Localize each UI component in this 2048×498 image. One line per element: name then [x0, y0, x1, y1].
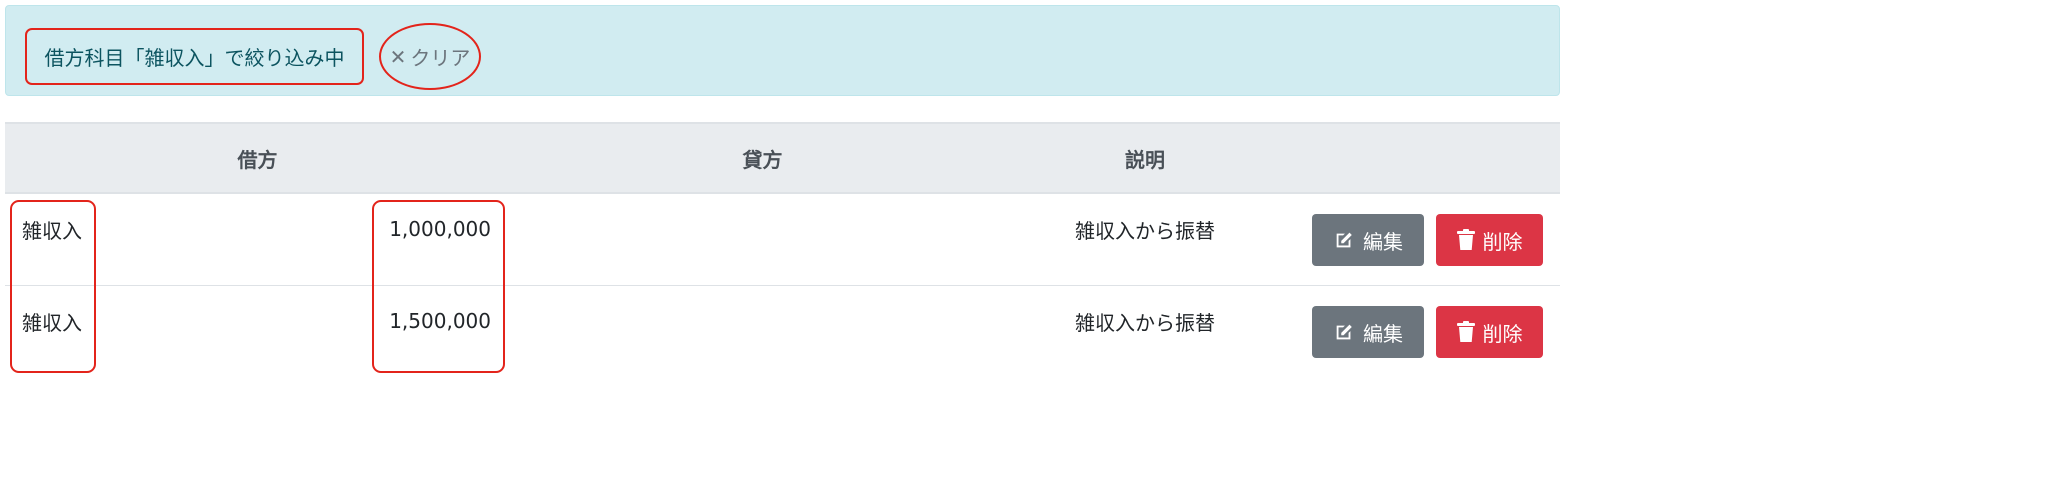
- filter-alert: 借方科目「雑収入」で絞り込み中 ✕ クリア: [5, 5, 1560, 96]
- debit-amount-cell: 1,500,000: [389, 309, 491, 333]
- table-row: 雑収入 1,000,000 雑収入から振替 編集 削除: [5, 194, 1560, 286]
- debit-amount-cell: 1,000,000: [389, 217, 491, 241]
- filter-status-text: 借方科目「雑収入」で絞り込み中: [44, 46, 345, 70]
- header-credit: 貸方: [742, 147, 783, 172]
- edit-button[interactable]: 編集: [1312, 214, 1424, 266]
- debit-account-cell: 雑収入: [22, 310, 82, 335]
- delete-button-label: 削除: [1482, 321, 1523, 346]
- trash-icon: [1456, 229, 1475, 250]
- journal-page: 借方科目「雑収入」で絞り込み中 ✕ クリア 借方 貸方 説明 雑収入 1,000…: [0, 0, 1566, 498]
- edit-button-label: 編集: [1363, 321, 1403, 346]
- delete-button[interactable]: 削除: [1436, 214, 1543, 266]
- filter-status-label: 借方科目「雑収入」で絞り込み中: [25, 28, 364, 85]
- table-row: 雑収入 1,500,000 雑収入から振替 編集 削除: [5, 286, 1560, 378]
- clear-filter-label: クリア: [410, 46, 471, 70]
- description-cell: 雑収入から振替: [1075, 310, 1215, 335]
- delete-button[interactable]: 削除: [1436, 306, 1543, 358]
- clear-filter-button[interactable]: ✕ クリア: [379, 23, 481, 90]
- header-description: 説明: [1125, 147, 1165, 172]
- times-icon: ✕: [389, 44, 407, 69]
- delete-button-label: 削除: [1482, 229, 1523, 254]
- edit-button[interactable]: 編集: [1312, 306, 1424, 358]
- debit-account-cell: 雑収入: [22, 218, 82, 243]
- edit-button-label: 編集: [1363, 229, 1403, 254]
- header-debit: 借方: [237, 147, 278, 172]
- table-header: 借方 貸方 説明: [5, 122, 1560, 194]
- edit-icon: [1336, 232, 1352, 248]
- edit-icon: [1336, 324, 1352, 340]
- trash-icon: [1456, 321, 1475, 342]
- description-cell: 雑収入から振替: [1075, 218, 1215, 243]
